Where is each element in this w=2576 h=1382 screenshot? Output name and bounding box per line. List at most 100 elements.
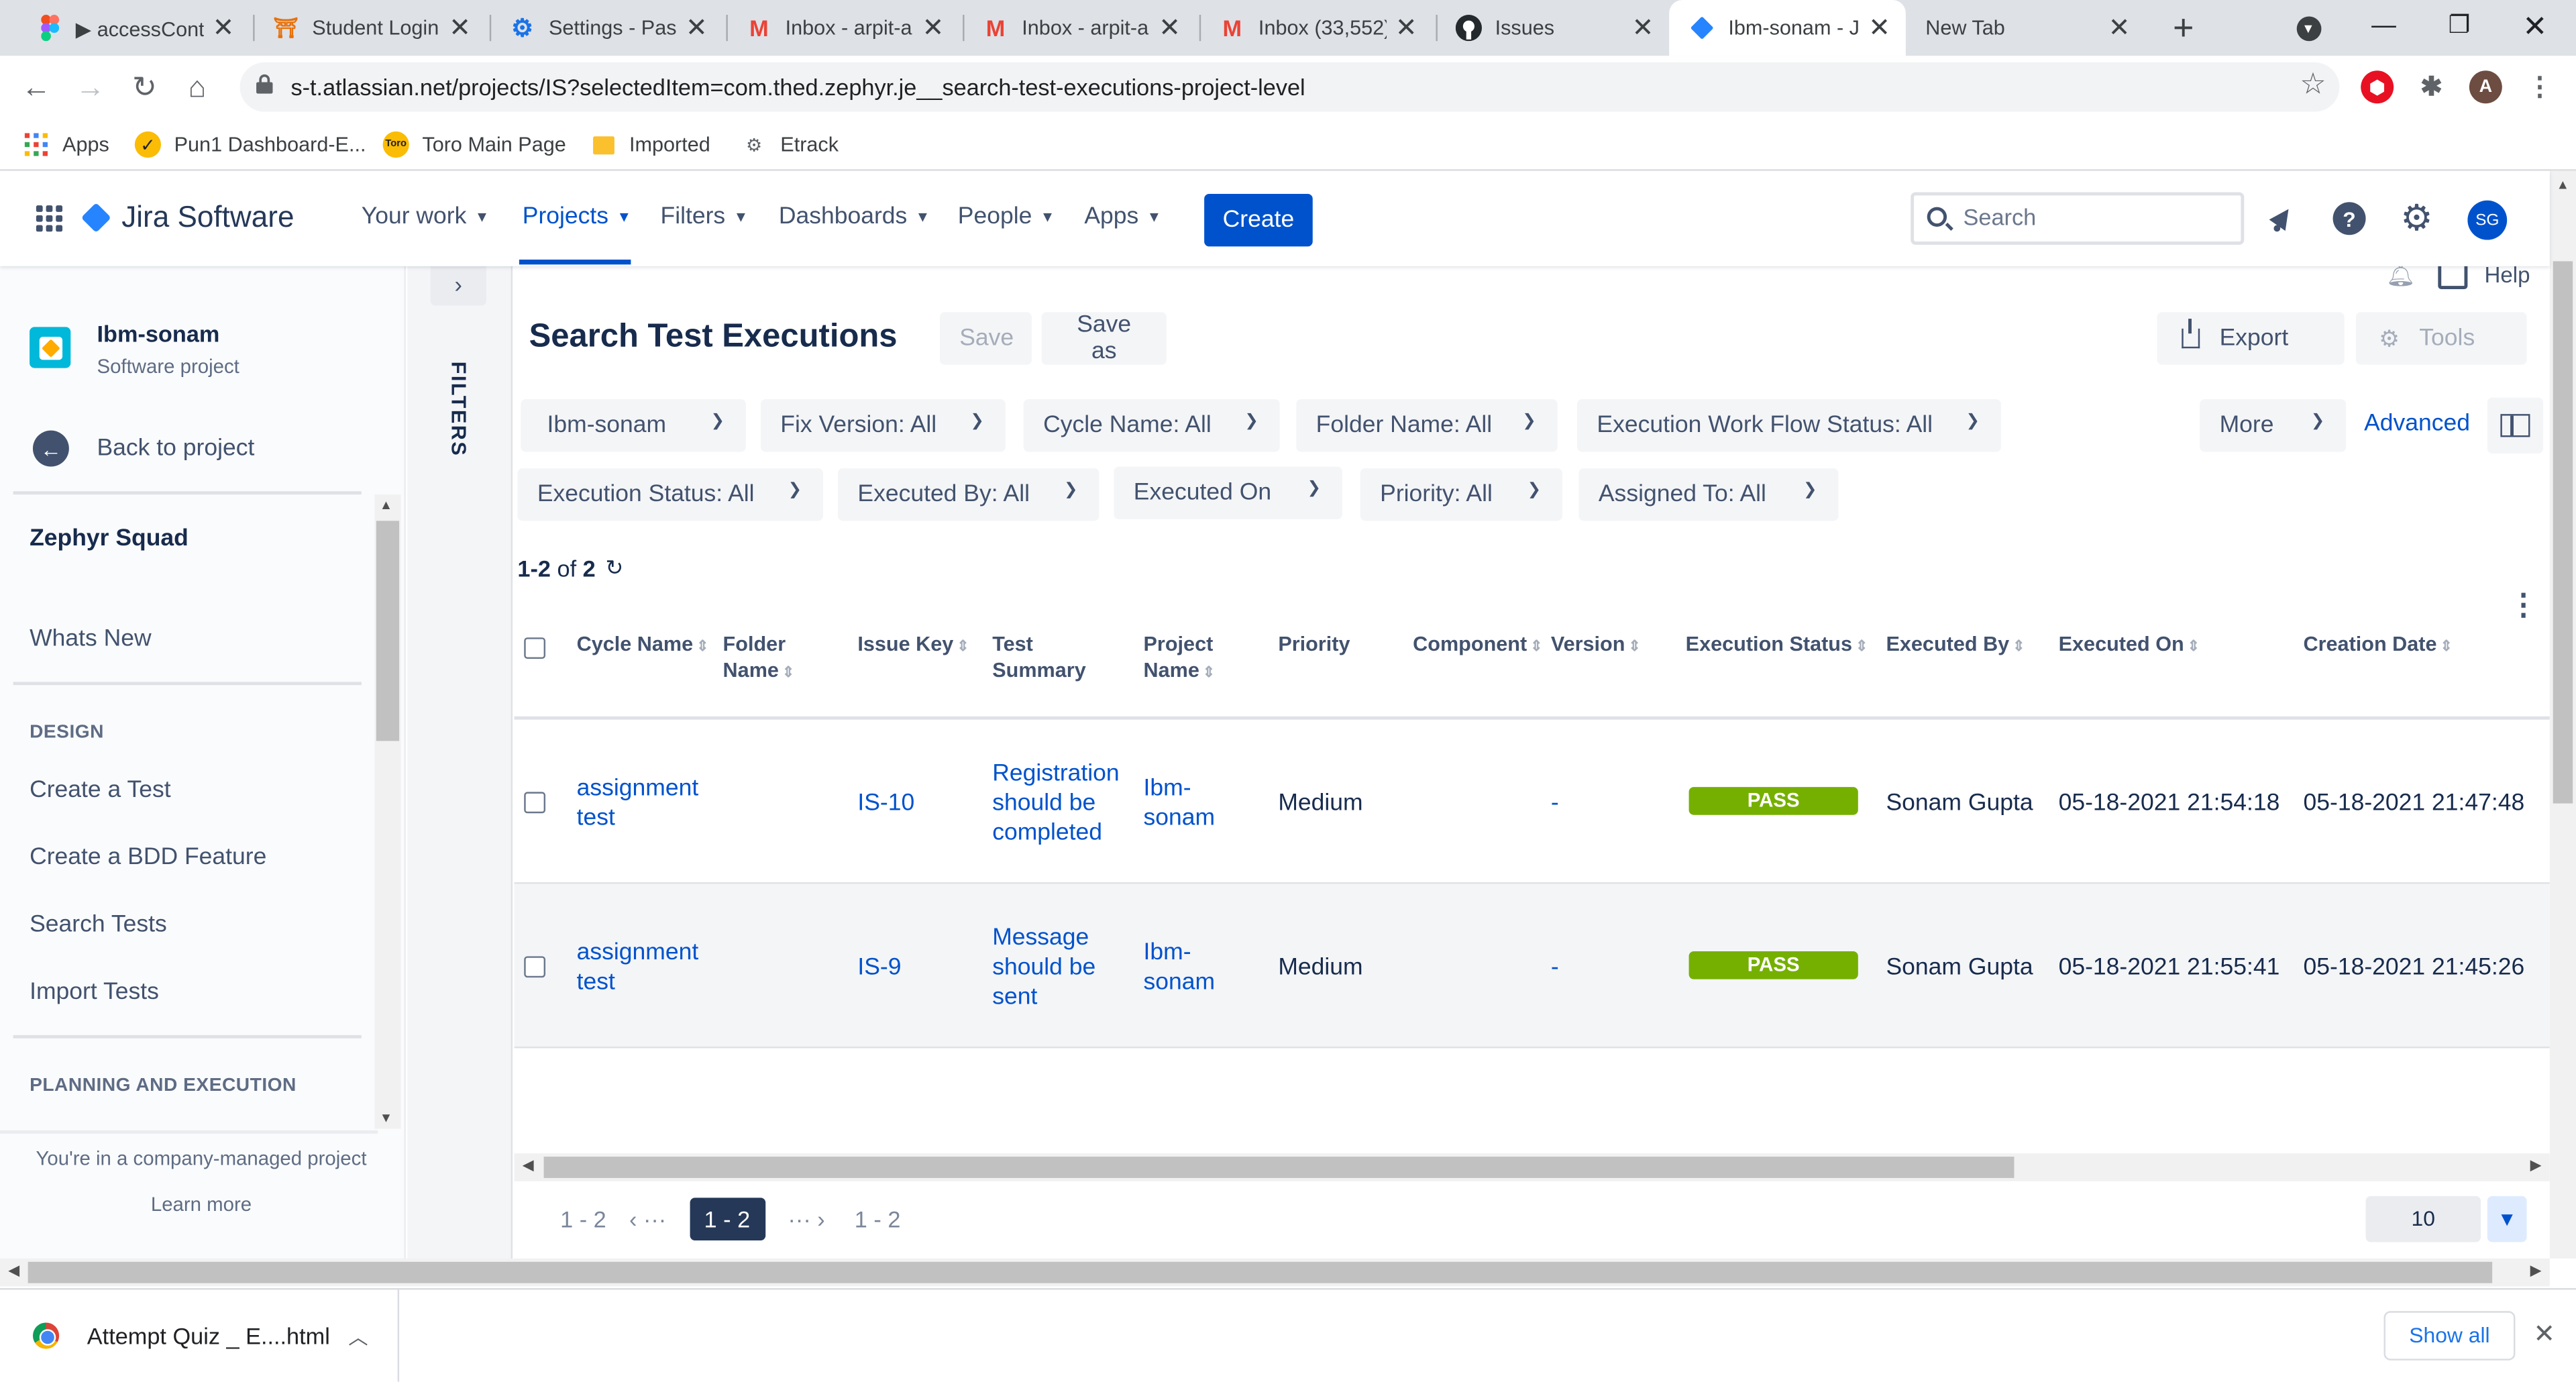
close-icon[interactable]: ✕ xyxy=(1866,11,1892,44)
scroll-up-arrow[interactable]: ▲ xyxy=(380,498,392,513)
close-icon[interactable]: ✕ xyxy=(684,11,710,44)
close-icon[interactable]: ✕ xyxy=(447,11,473,44)
app-switcher-icon[interactable] xyxy=(36,205,63,232)
close-icon[interactable]: ✕ xyxy=(210,11,236,44)
filter-execution-status[interactable]: Execution Status: All ❯ xyxy=(517,468,823,521)
save-button[interactable]: Save xyxy=(939,312,1032,365)
sidebar-item-search-tests[interactable]: Search Tests xyxy=(30,912,167,938)
back-arrow-icon[interactable]: ← xyxy=(16,67,56,107)
sidebar-item-create-bdd-feature[interactable]: Create a BDD Feature xyxy=(30,845,266,871)
download-item[interactable]: Attempt Quiz _ E....html ︿ xyxy=(0,1289,400,1382)
table-row[interactable]: assignment test IS-9 Message should be sent… xyxy=(514,884,2550,1049)
scroll-right-arrow[interactable]: ▶ xyxy=(2530,1157,2542,1175)
search-input[interactable] xyxy=(1963,203,2226,230)
page-current[interactable]: 1 - 2 xyxy=(689,1198,765,1240)
minimize-icon[interactable]: — xyxy=(2346,0,2422,56)
filter-project[interactable]: Ibm-sonam ❯ xyxy=(521,399,746,452)
page-last-range[interactable]: 1 - 2 xyxy=(855,1206,901,1232)
status-badge[interactable]: PASS xyxy=(1688,951,1858,979)
bookmark-toro[interactable]: Toro Toro Main Page xyxy=(382,128,566,161)
scroll-thumb[interactable] xyxy=(2553,261,2573,804)
user-avatar[interactable]: SG xyxy=(2467,200,2508,240)
settings-gear-icon[interactable]: ⚙ xyxy=(2399,197,2435,238)
browser-tab-4[interactable]: M Inbox - arpit-a ✕ xyxy=(733,0,956,56)
column-header-priority[interactable]: Priority xyxy=(1278,631,1350,657)
column-header-cycle-name[interactable]: Cycle Name ⇕ xyxy=(577,631,709,659)
bell-icon[interactable]: 🔔︎ xyxy=(2386,266,2416,288)
table-horizontal-scrollbar[interactable]: ◀ ▶ xyxy=(514,1153,2550,1181)
window-close-icon[interactable]: ✕ xyxy=(2497,0,2573,56)
browser-tab-active[interactable]: Ibm-sonam - J ✕ xyxy=(1669,0,1906,56)
column-header-test-summary[interactable]: Test Summary xyxy=(992,631,1086,683)
cycle-name-link[interactable]: assignment test xyxy=(577,938,699,997)
bookmark-star-icon[interactable]: ☆ xyxy=(2300,67,2326,101)
cycle-name-link[interactable]: assignment test xyxy=(577,774,699,833)
expand-filters-chevron-icon[interactable]: › xyxy=(430,266,486,306)
sidebar-item-create-test[interactable]: Create a Test xyxy=(30,777,171,803)
filter-executed-on[interactable]: Executed On ❯ xyxy=(1114,466,1342,519)
address-bar[interactable]: s-t.atlassian.net/projects/IS?selectedIt… xyxy=(239,62,2340,112)
browser-tab-new[interactable]: New Tab ✕ xyxy=(1909,0,2146,56)
page-horizontal-scrollbar[interactable]: ◀ ▶ xyxy=(0,1258,2550,1287)
scroll-left-arrow[interactable]: ◀ xyxy=(8,1262,19,1280)
browser-tab-7[interactable]: Issues ✕ xyxy=(1442,0,1666,56)
browser-tab-1[interactable]: ▶ accessContr ✕ xyxy=(23,0,246,56)
nav-apps[interactable]: Apps ▼ xyxy=(1084,204,1161,230)
close-icon[interactable]: ✕ xyxy=(920,11,946,44)
column-header-issue-key[interactable]: Issue Key ⇕ xyxy=(857,631,969,659)
browser-menu-icon[interactable]: ⋮ xyxy=(2524,70,2557,103)
tools-button[interactable]: ⚙ Tools xyxy=(2355,312,2527,365)
close-icon[interactable]: ✕ xyxy=(2106,11,2133,44)
status-badge[interactable]: PASS xyxy=(1688,787,1858,815)
column-header-creation-date[interactable]: Creation Date ⇕ xyxy=(2303,631,2452,659)
column-header-execution-status[interactable]: Execution Status ⇕ xyxy=(1686,631,1868,659)
select-all-checkbox[interactable] xyxy=(524,637,546,659)
sidebar-item-whats-new[interactable]: Whats New xyxy=(30,626,152,652)
filter-priority[interactable]: Priority: All ❯ xyxy=(1360,468,1562,521)
browser-tab-2[interactable]: ⛩ Student Login ✕ xyxy=(260,0,483,56)
save-as-button[interactable]: Save as xyxy=(1041,312,1167,365)
scroll-thumb[interactable] xyxy=(543,1157,2015,1178)
extensions-puzzle-icon[interactable]: ✱ xyxy=(2415,70,2448,103)
filter-execution-workflow-status[interactable]: Execution Work Flow Status: All ❯ xyxy=(1577,399,2001,452)
show-all-button[interactable]: Show all xyxy=(2383,1311,2516,1361)
test-summary-link[interactable]: Message should be sent xyxy=(992,923,1095,1012)
scroll-down-arrow[interactable]: ▼ xyxy=(380,1111,392,1126)
project-name-link[interactable]: Ibm-sonam xyxy=(1144,774,1216,833)
bookmark-pun1-dashboard[interactable]: ✓ Pun1 Dashboard-E... xyxy=(134,128,366,161)
view-layout-toggle[interactable] xyxy=(2487,397,2544,454)
page-prev-icon[interactable]: ‹ ··· xyxy=(629,1206,666,1232)
column-header-executed-on[interactable]: Executed On ⇕ xyxy=(2059,631,2200,659)
test-summary-link[interactable]: Registration should be completed xyxy=(992,759,1119,847)
bookmark-apps[interactable]: Apps xyxy=(23,128,109,161)
row-checkbox[interactable] xyxy=(524,792,546,814)
column-header-project-name[interactable]: Project Name ⇕ xyxy=(1144,631,1216,685)
table-row[interactable]: assignment test IS-10 Registration should … xyxy=(514,720,2550,884)
sidebar-scrollbar[interactable]: ▲ ▼ xyxy=(374,494,401,1129)
profile-avatar[interactable]: A xyxy=(2469,70,2502,104)
issue-key-link[interactable]: IS-9 xyxy=(857,953,901,982)
filters-label[interactable]: FILTERS xyxy=(447,362,470,457)
column-header-folder-name[interactable]: Folder Name ⇕ xyxy=(723,631,795,685)
nav-projects[interactable]: Projects ▼ xyxy=(523,204,631,230)
help-link[interactable]: Help xyxy=(2484,266,2530,287)
filter-more[interactable]: More ❯ xyxy=(2200,399,2347,452)
create-button[interactable]: Create xyxy=(1204,193,1313,247)
browser-tab-6[interactable]: M Inbox (33,552) ✕ xyxy=(1206,0,1430,56)
jira-logo[interactable]: Jira Software xyxy=(80,201,294,235)
nav-filters[interactable]: Filters ▼ xyxy=(660,204,748,230)
advanced-search-link[interactable]: Advanced xyxy=(2364,411,2470,437)
filter-folder-name[interactable]: Folder Name: All ❯ xyxy=(1296,399,1558,452)
column-header-version[interactable]: Version ⇕ xyxy=(1551,631,1641,659)
row-checkbox[interactable] xyxy=(524,956,546,978)
filter-fix-version[interactable]: Fix Version: All ❯ xyxy=(760,399,1006,452)
issue-key-link[interactable]: IS-10 xyxy=(857,789,914,818)
document-check-icon[interactable] xyxy=(2438,266,2468,290)
page-next-icon[interactable]: ··· › xyxy=(788,1206,824,1232)
page-size-select[interactable]: 10 xyxy=(2365,1195,2481,1242)
project-name-link[interactable]: Ibm-sonam xyxy=(1144,938,1216,997)
browser-tab-5[interactable]: M Inbox - arpit-a ✕ xyxy=(969,0,1193,56)
close-icon[interactable]: ✕ xyxy=(1629,11,1656,44)
refresh-icon[interactable]: ↻ xyxy=(605,555,623,582)
scroll-left-arrow[interactable]: ◀ xyxy=(523,1157,534,1175)
